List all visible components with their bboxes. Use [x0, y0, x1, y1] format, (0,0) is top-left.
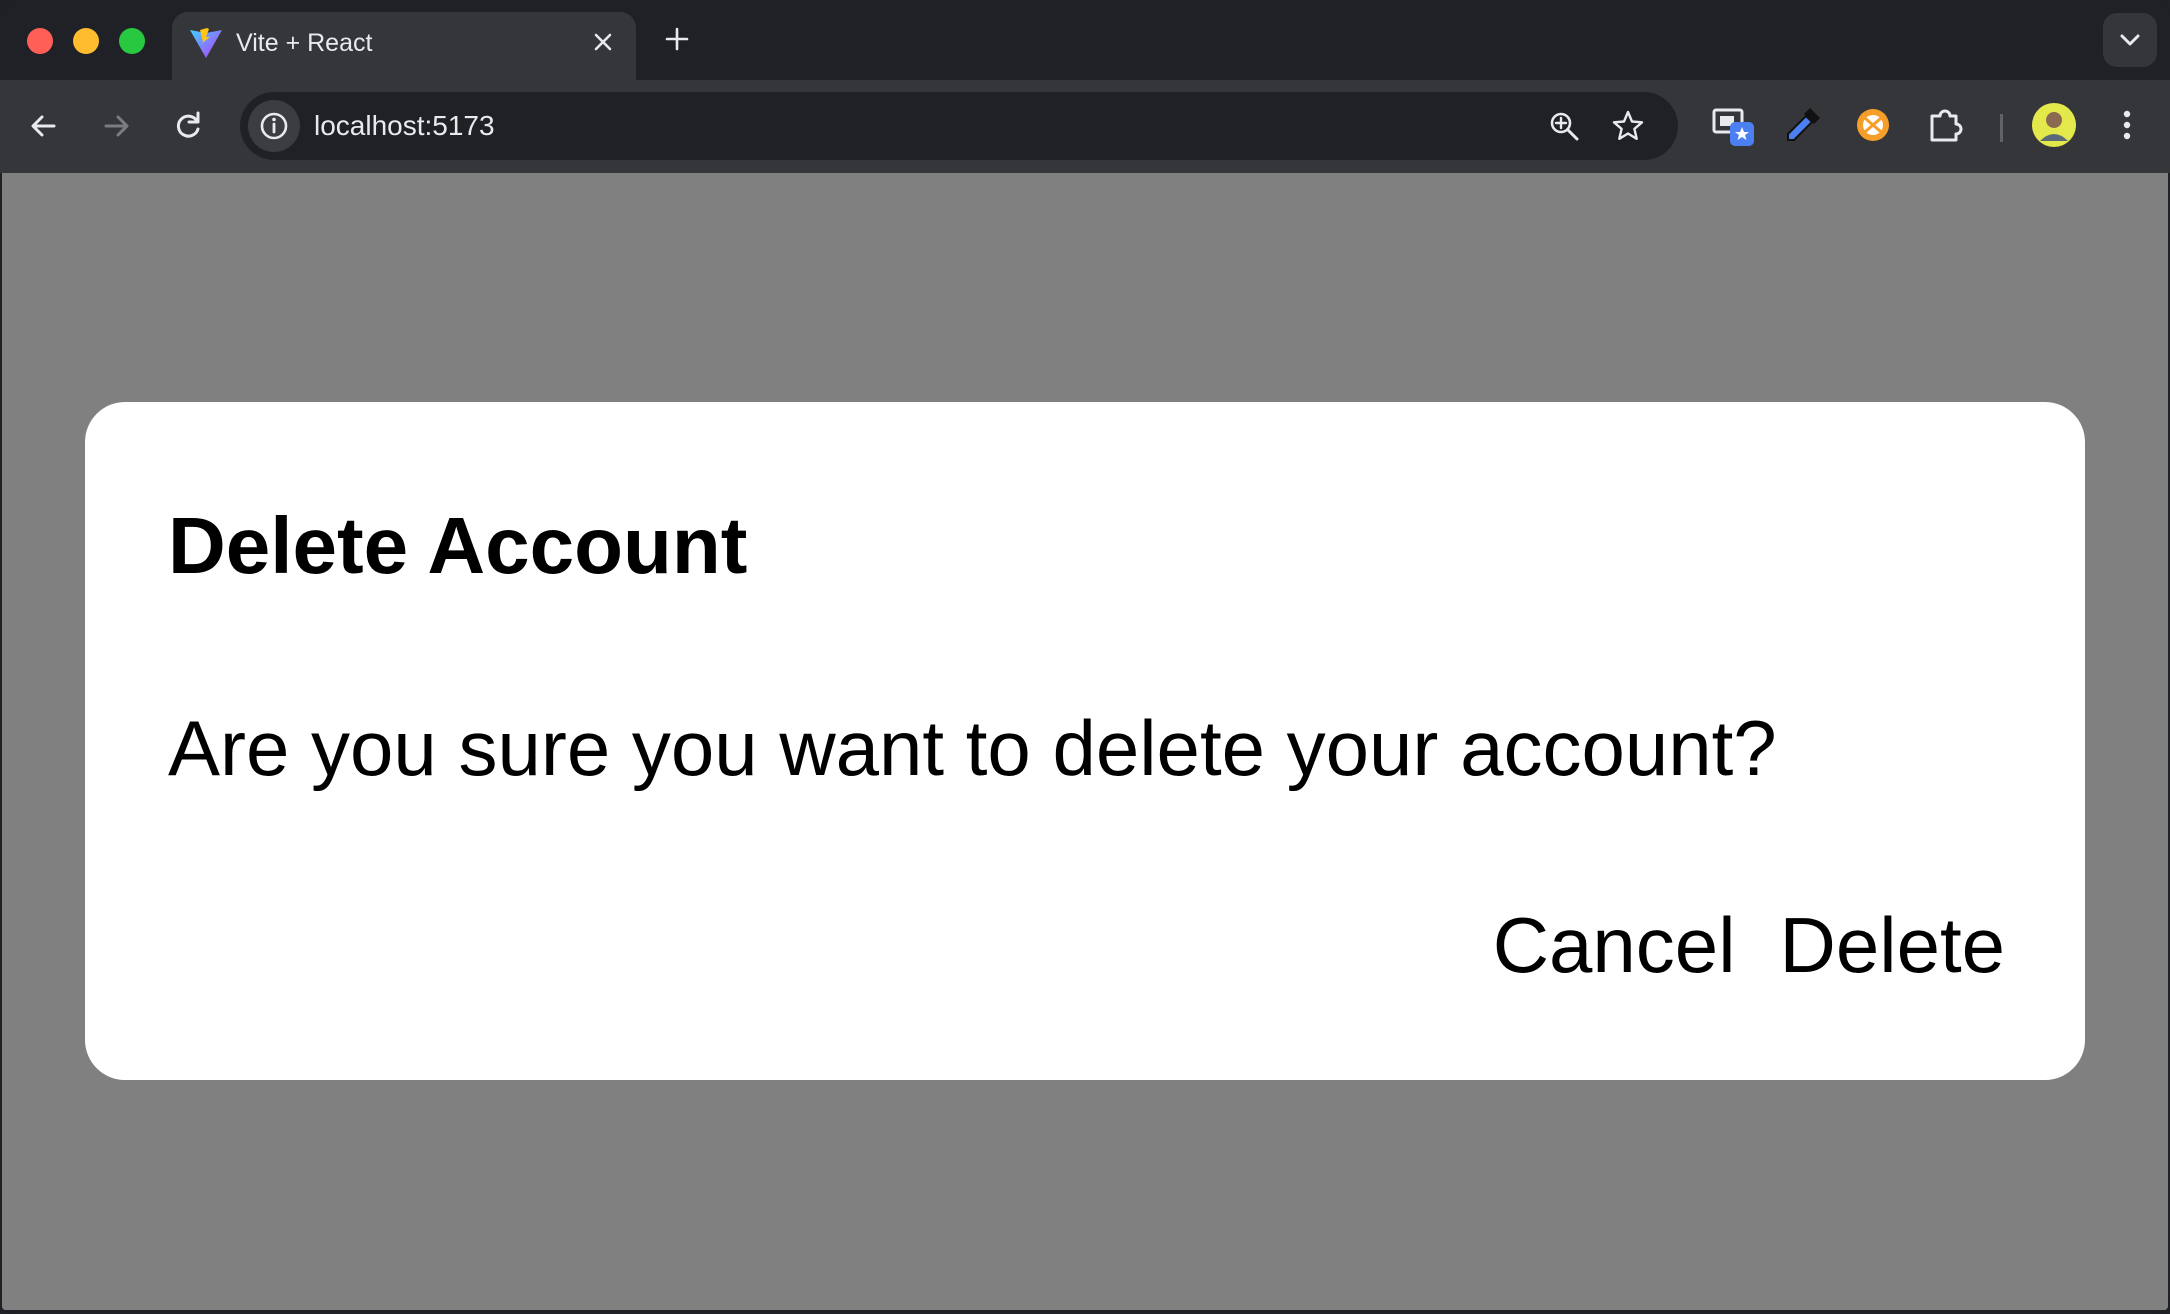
delete-account-dialog: Delete Account Are you sure you want to …: [85, 402, 2085, 1080]
page-viewport: Delete Account Are you sure you want to …: [2, 173, 2168, 1310]
chevron-down-icon: [2120, 34, 2140, 46]
reload-icon[interactable]: [166, 104, 210, 148]
zoom-in-icon[interactable]: [1546, 108, 1582, 144]
url-text[interactable]: localhost:5173: [314, 108, 495, 144]
minimize-window-button[interactable]: [73, 28, 99, 54]
star-icon[interactable]: [1610, 108, 1646, 144]
browser-window: Vite + React localhost:5173 Delete Accou…: [0, 0, 2170, 1314]
tab-title: Vite + React: [236, 29, 373, 57]
orange-extension-icon[interactable]: [1850, 102, 1896, 148]
tab-search-button[interactable]: [2103, 13, 2157, 67]
site-info-button[interactable]: [248, 100, 300, 152]
address-bar[interactable]: localhost:5173: [240, 92, 1678, 160]
vite-logo-icon: [190, 28, 222, 58]
plus-icon[interactable]: [660, 22, 694, 56]
tab-vite-react[interactable]: Vite + React: [172, 12, 636, 80]
cancel-button[interactable]: Cancel: [1493, 897, 1736, 993]
puzzle-piece-icon[interactable]: [1924, 102, 1970, 148]
browser-toolbar: localhost:5173: [0, 80, 2170, 173]
dialog-title: Delete Account: [168, 501, 748, 590]
maximize-window-button[interactable]: [119, 28, 145, 54]
dialog-message: Are you sure you want to delete your acc…: [168, 704, 1777, 792]
close-icon[interactable]: [588, 27, 618, 57]
screen-capture-extension-icon[interactable]: [1710, 102, 1756, 148]
avatar-icon[interactable]: [2030, 101, 2078, 149]
dialog-actions: Cancel Delete: [1493, 897, 2005, 993]
arrow-left-icon[interactable]: [22, 104, 66, 148]
kebab-menu-icon[interactable]: [2104, 102, 2150, 148]
delete-button[interactable]: Delete: [1780, 897, 2005, 993]
eyedropper-extension-icon[interactable]: [1780, 102, 1826, 148]
close-window-button[interactable]: [27, 28, 53, 54]
toolbar-divider: [2000, 114, 2003, 142]
info-icon: [260, 112, 288, 140]
arrow-right-icon[interactable]: [94, 104, 138, 148]
tab-strip: Vite + React: [0, 0, 2170, 80]
